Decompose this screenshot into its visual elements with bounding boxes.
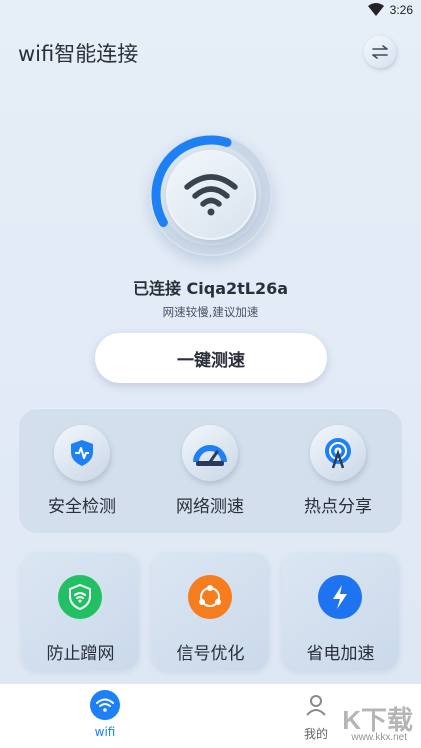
status-time: 3:26 xyxy=(389,3,413,17)
feature-label: 信号优化 xyxy=(176,644,245,664)
watermark-url: www.kkx.net xyxy=(351,732,407,743)
speed-test-button[interactable]: 一键测速 xyxy=(95,333,327,383)
wifi-icon xyxy=(90,690,120,720)
tool-hotspot-share[interactable]: 热点分享 xyxy=(283,408,393,533)
tool-security-check[interactable]: 安全检测 xyxy=(27,408,137,533)
wifi-signal-icon xyxy=(367,3,384,16)
shield-pulse-icon xyxy=(54,425,110,481)
user-icon xyxy=(301,690,331,720)
lightning-icon xyxy=(318,575,362,619)
feature-signal-optimize[interactable]: 信号优化 xyxy=(152,553,269,670)
shield-wifi-icon xyxy=(58,575,102,619)
feature-anti-leech[interactable]: 防止蹭网 xyxy=(22,553,139,670)
tools-panel: 安全检测 网络测速 热点分享 xyxy=(19,408,402,533)
wifi-status-dial[interactable] xyxy=(150,134,272,256)
nav-label: wifi xyxy=(94,725,116,739)
status-bar: 3:26 xyxy=(0,0,421,24)
connection-status: 已连接 Ciqa2tL26a xyxy=(132,279,289,298)
tool-label: 热点分享 xyxy=(304,497,372,517)
wifi-icon xyxy=(184,174,238,216)
speedometer-icon xyxy=(182,425,238,481)
feature-label: 省电加速 xyxy=(306,644,375,664)
nav-item-wifi[interactable]: wifi xyxy=(45,684,165,748)
feature-power-boost[interactable]: 省电加速 xyxy=(282,553,399,670)
tool-speed-test[interactable]: 网络测速 xyxy=(155,408,265,533)
hotspot-icon xyxy=(310,425,366,481)
share-nodes-icon xyxy=(188,575,232,619)
tool-label: 安全检测 xyxy=(48,497,116,517)
switch-network-button[interactable] xyxy=(364,36,396,68)
swap-arrows-icon xyxy=(372,45,388,59)
app-title: wifi智能连接 xyxy=(18,42,139,66)
feature-label: 防止蹭网 xyxy=(46,644,115,664)
tool-label: 网络测速 xyxy=(176,497,244,517)
wifi-center-button xyxy=(166,150,256,240)
connection-hint: 网速较慢,建议加速 xyxy=(162,305,259,319)
